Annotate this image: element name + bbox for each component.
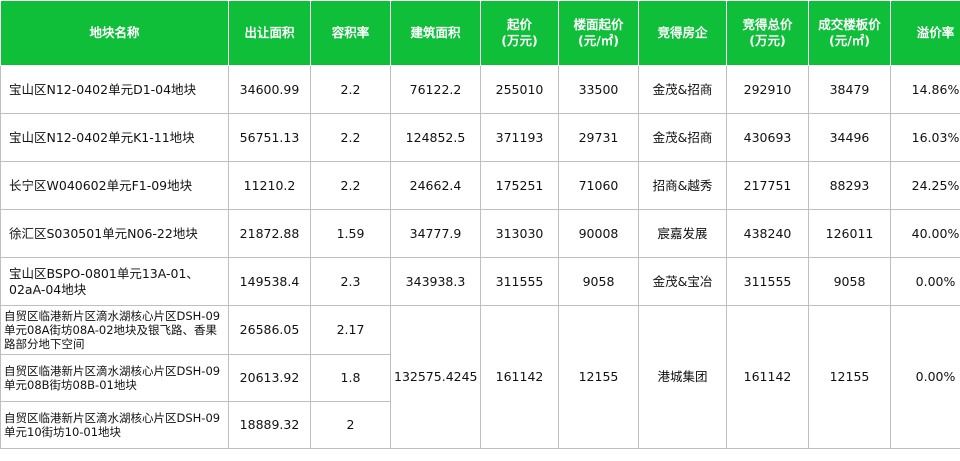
header-floor-start-price-line1: 楼面起价 bbox=[573, 17, 624, 32]
cell-building-area: 34777.9 bbox=[390, 209, 481, 258]
cell-winner: 金茂&宝冶 bbox=[638, 257, 727, 306]
cell-premium-rate: 40.00% bbox=[890, 209, 960, 258]
cell-floor-start-price: 9058 bbox=[558, 257, 639, 306]
header-deal-floor-price-line2: (元/㎡) bbox=[829, 33, 870, 48]
cell-plot-ratio: 2.2 bbox=[310, 113, 391, 162]
cell-parcel-name: 自贸区临港新片区滴水湖核心片区DSH-09单元10街坊10-01地块 bbox=[0, 401, 229, 449]
cell-parcel-name: 宝山区N12-0402单元D1-04地块 bbox=[0, 65, 229, 114]
cell-deal-floor-price: 88293 bbox=[808, 161, 891, 210]
header-total-price: 竞得总价 (万元) bbox=[726, 0, 809, 66]
cell-winner-merged: 港城集团 bbox=[638, 305, 727, 449]
header-deal-floor-price-line1: 成交楼板价 bbox=[818, 17, 881, 32]
cell-premium-rate: 16.03% bbox=[890, 113, 960, 162]
cell-parcel-name: 长宁区W040602单元F1-09地块 bbox=[0, 161, 229, 210]
cell-land-area: 20613.92 bbox=[228, 354, 311, 402]
cell-winner: 招商&越秀 bbox=[638, 161, 727, 210]
header-start-price: 起价 (万元) bbox=[480, 0, 559, 66]
cell-plot-ratio: 2.3 bbox=[310, 257, 391, 306]
cell-deal-floor-price: 126011 bbox=[808, 209, 891, 258]
cell-parcel-name: 徐汇区S030501单元N06-22地块 bbox=[0, 209, 229, 258]
header-premium-rate: 溢价率 bbox=[890, 0, 960, 66]
cell-winner: 金茂&招商 bbox=[638, 113, 727, 162]
cell-parcel-name: 自贸区临港新片区滴水湖核心片区DSH-09单元08A街坊08A-02地块及银飞路… bbox=[0, 305, 229, 355]
cell-plot-ratio: 1.59 bbox=[310, 209, 391, 258]
cell-total-price-merged: 161142 bbox=[726, 305, 809, 449]
cell-land-area: 149538.4 bbox=[228, 257, 311, 306]
cell-building-area: 24662.4 bbox=[390, 161, 481, 210]
cell-deal-floor-price: 34496 bbox=[808, 113, 891, 162]
cell-total-price: 217751 bbox=[726, 161, 809, 210]
cell-building-area-merged: 132575.4245 bbox=[390, 305, 481, 449]
header-building-area: 建筑面积 bbox=[390, 0, 481, 66]
cell-floor-start-price: 29731 bbox=[558, 113, 639, 162]
cell-building-area: 76122.2 bbox=[390, 65, 481, 114]
cell-land-area: 56751.13 bbox=[228, 113, 311, 162]
table-row: 自贸区临港新片区滴水湖核心片区DSH-09单元08A街坊08A-02地块及银飞路… bbox=[0, 305, 960, 449]
header-total-price-line1: 竞得总价 bbox=[742, 17, 793, 32]
cell-parcel-name: 自贸区临港新片区滴水湖核心片区DSH-09单元08B街坊08B-01地块 bbox=[0, 354, 229, 402]
cell-land-area: 26586.05 bbox=[228, 305, 311, 355]
cell-land-area: 18889.32 bbox=[228, 401, 311, 449]
header-row: 地块名称 出让面积 容积率 建筑面积 起价 (万元) 楼面起价 (元/㎡) 竞得房企… bbox=[0, 0, 960, 66]
cell-building-area: 343938.3 bbox=[390, 257, 481, 306]
table-row: 长宁区W040602单元F1-09地块 11210.2 2.2 24662.4 … bbox=[0, 161, 960, 210]
cell-deal-floor-price: 38479 bbox=[808, 65, 891, 114]
cell-start-price-merged: 161142 bbox=[480, 305, 559, 449]
cell-start-price: 175251 bbox=[480, 161, 559, 210]
header-start-price-line2: (万元) bbox=[501, 33, 538, 48]
table-row: 宝山区BSPO-0801单元13A-01、02aA-04地块 149538.4 … bbox=[0, 257, 960, 306]
header-deal-floor-price: 成交楼板价 (元/㎡) bbox=[808, 0, 891, 66]
cell-winner: 宸嘉发展 bbox=[638, 209, 727, 258]
cell-floor-start-price-merged: 12155 bbox=[558, 305, 639, 449]
cell-start-price: 255010 bbox=[480, 65, 559, 114]
cell-floor-start-price: 33500 bbox=[558, 65, 639, 114]
cell-building-area: 124852.5 bbox=[390, 113, 481, 162]
cell-winner: 金茂&招商 bbox=[638, 65, 727, 114]
header-start-price-line1: 起价 bbox=[506, 17, 532, 32]
header-total-price-line2: (万元) bbox=[749, 33, 786, 48]
header-plot-ratio: 容积率 bbox=[310, 0, 391, 66]
cell-floor-start-price: 90008 bbox=[558, 209, 639, 258]
header-land-area: 出让面积 bbox=[228, 0, 311, 66]
cell-premium-rate: 24.25% bbox=[890, 161, 960, 210]
cell-plot-ratio: 2 bbox=[310, 401, 391, 449]
table-row: 宝山区N12-0402单元K1-11地块 56751.13 2.2 124852… bbox=[0, 113, 960, 162]
cell-total-price: 311555 bbox=[726, 257, 809, 306]
cell-start-price: 371193 bbox=[480, 113, 559, 162]
cell-land-area: 21872.88 bbox=[228, 209, 311, 258]
cell-deal-floor-price: 9058 bbox=[808, 257, 891, 306]
cell-plot-ratio: 1.8 bbox=[310, 354, 391, 402]
cell-parcel-name: 宝山区BSPO-0801单元13A-01、02aA-04地块 bbox=[0, 257, 229, 306]
cell-plot-ratio: 2.2 bbox=[310, 161, 391, 210]
cell-total-price: 430693 bbox=[726, 113, 809, 162]
cell-deal-floor-price-merged: 12155 bbox=[808, 305, 891, 449]
header-parcel-name: 地块名称 bbox=[0, 0, 229, 66]
cell-parcel-name: 宝山区N12-0402单元K1-11地块 bbox=[0, 113, 229, 162]
cell-land-area: 11210.2 bbox=[228, 161, 311, 210]
cell-premium-rate-merged: 0.00% bbox=[890, 305, 960, 449]
header-winner: 竞得房企 bbox=[638, 0, 727, 66]
cell-plot-ratio: 2.17 bbox=[310, 305, 391, 355]
table-row: 徐汇区S030501单元N06-22地块 21872.88 1.59 34777… bbox=[0, 209, 960, 258]
cell-premium-rate: 0.00% bbox=[890, 257, 960, 306]
cell-total-price: 292910 bbox=[726, 65, 809, 114]
header-floor-start-price: 楼面起价 (元/㎡) bbox=[558, 0, 639, 66]
land-auction-table: 地块名称 出让面积 容积率 建筑面积 起价 (万元) 楼面起价 (元/㎡) 竞得房企… bbox=[0, 0, 960, 449]
table-row: 宝山区N12-0402单元D1-04地块 34600.99 2.2 76122.… bbox=[0, 65, 960, 114]
cell-floor-start-price: 71060 bbox=[558, 161, 639, 210]
header-floor-start-price-line2: (元/㎡) bbox=[578, 33, 619, 48]
cell-land-area: 34600.99 bbox=[228, 65, 311, 114]
cell-premium-rate: 14.86% bbox=[890, 65, 960, 114]
cell-plot-ratio: 2.2 bbox=[310, 65, 391, 114]
cell-total-price: 438240 bbox=[726, 209, 809, 258]
cell-start-price: 313030 bbox=[480, 209, 559, 258]
cell-start-price: 311555 bbox=[480, 257, 559, 306]
